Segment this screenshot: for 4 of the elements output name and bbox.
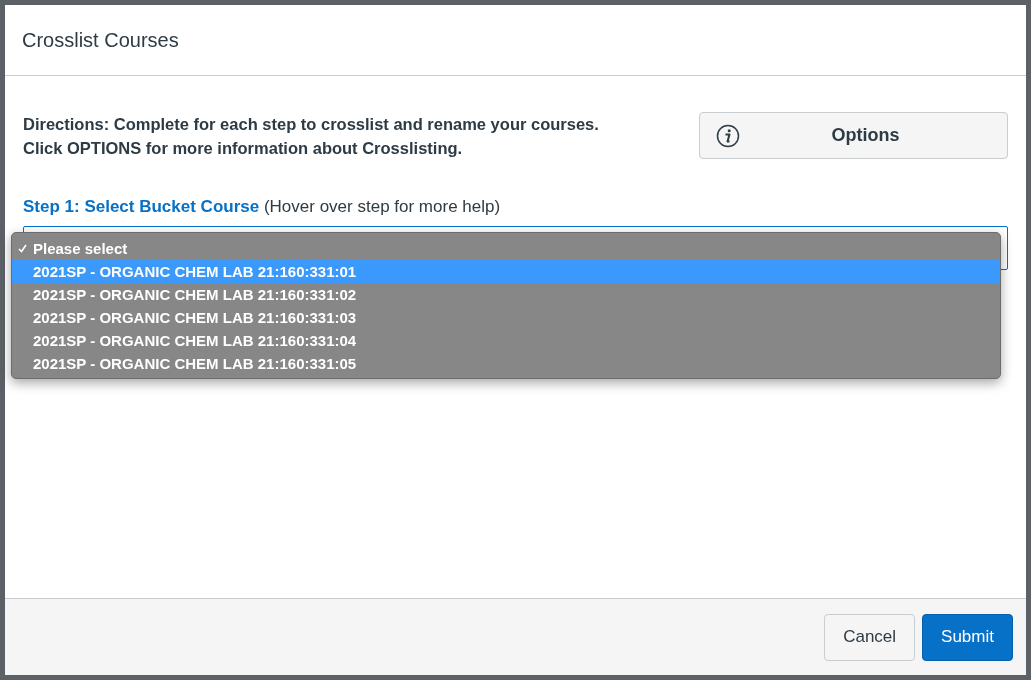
dialog-title: Crosslist Courses bbox=[22, 28, 179, 52]
directions-text: Click OPTIONS for more information about Crosslisting. bbox=[23, 138, 464, 159]
step-heading: Step 1: Select Bucket Course (Hover over step for more help) bbox=[23, 196, 502, 218]
directions-text: Directions: Complete for each step to crosslist and rename your courses. bbox=[23, 114, 599, 135]
